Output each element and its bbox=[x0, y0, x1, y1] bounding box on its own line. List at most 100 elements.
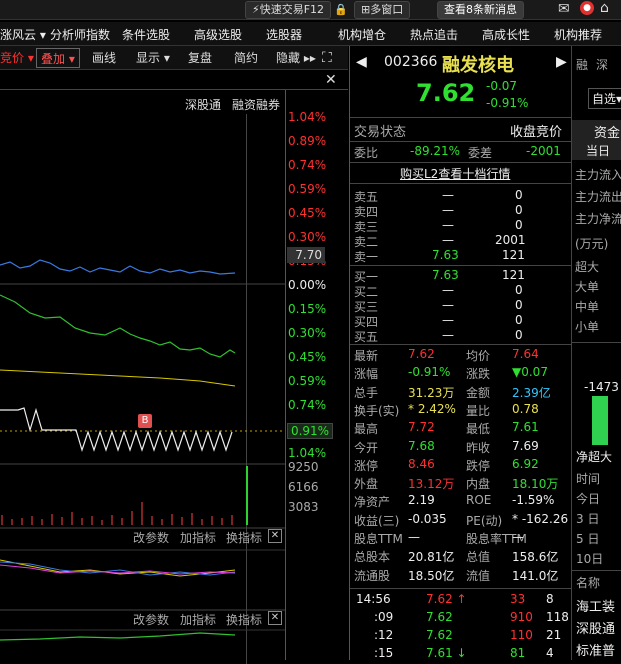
overlay-button[interactable]: 叠加 ▾ bbox=[36, 48, 80, 68]
menu-item-condition-select[interactable]: 条件选股 bbox=[122, 26, 170, 43]
tick-price: 7.62 bbox=[426, 628, 453, 642]
chart-toolbar: 竞价 ▾ 叠加 ▾ 画线 显示 ▾ 复盘 简约 隐藏 ▸▸ ⛶ bbox=[0, 46, 348, 70]
change-params-button[interactable]: 改参数 bbox=[133, 611, 169, 628]
mail-icon[interactable]: ✉ bbox=[558, 1, 570, 17]
ask-label: 卖二 bbox=[354, 235, 379, 249]
tab-funds[interactable]: 资金 bbox=[594, 122, 620, 141]
menu-item-zhangfengyun[interactable]: 涨风云 ▾ bbox=[0, 26, 46, 43]
close-chart-icon[interactable]: ✕ bbox=[325, 72, 337, 88]
name-item[interactable]: 深股通 bbox=[576, 618, 615, 637]
menu-item-analyst-index[interactable]: 分析师指数 bbox=[50, 26, 110, 43]
period-3d[interactable]: 3 日 bbox=[576, 510, 599, 527]
stat-value: 13.12万 bbox=[408, 477, 455, 492]
menu-item-high-growth[interactable]: 高成长性 bbox=[482, 26, 530, 43]
switch-indicator-button[interactable]: 换指标 bbox=[226, 529, 262, 546]
stat-label: 最高 bbox=[354, 422, 379, 437]
prev-stock-icon[interactable]: ◀ bbox=[356, 54, 367, 70]
view-messages-button[interactable]: 查看8条新消息 bbox=[437, 1, 524, 19]
stat-value: 141.0亿 bbox=[512, 568, 559, 583]
axis-label: 0.30% bbox=[288, 230, 327, 244]
self-select-button[interactable]: 自选▾ bbox=[588, 88, 621, 109]
volume-axis-high: 9250 bbox=[288, 460, 319, 474]
name-item[interactable]: 海工装 bbox=[576, 596, 615, 615]
bid-price: — bbox=[442, 313, 454, 327]
switch-indicator-button[interactable]: 换指标 bbox=[226, 611, 262, 628]
stat-value: ▼0.07 bbox=[512, 365, 548, 380]
bid-label: 买二 bbox=[354, 285, 379, 299]
ask-label: 卖一 bbox=[354, 250, 379, 264]
tab-today[interactable]: 当日 bbox=[586, 142, 610, 159]
stat-label: ROE bbox=[466, 493, 492, 508]
bid-label: 买四 bbox=[354, 315, 379, 329]
stat-label: 收益(三) bbox=[354, 513, 400, 528]
stat-value: * 2.42% bbox=[408, 401, 456, 416]
home-icon[interactable]: ⌂ bbox=[600, 0, 609, 16]
bid-vol: 0 bbox=[515, 298, 523, 312]
main-out-label: 主力流出 bbox=[575, 190, 621, 204]
simple-button[interactable]: 简约 bbox=[234, 48, 258, 68]
name-item[interactable]: 标准普 bbox=[576, 640, 615, 659]
bid-row: 买五 bbox=[354, 328, 378, 345]
stats-table: 最新 7.62 均价 7.64 涨幅 -0.91% 涨跌 ▼0.07 总手 31.23万 金额 2.3… bbox=[350, 347, 572, 587]
stat-label: 总值 bbox=[466, 550, 491, 565]
ask-label: 卖四 bbox=[354, 205, 379, 219]
period-10d[interactable]: 10日 bbox=[576, 550, 603, 567]
stat-label: PE(动) bbox=[466, 513, 503, 528]
order-ratio-value: -89.21% bbox=[410, 144, 461, 158]
period-5d[interactable]: 5 日 bbox=[576, 530, 599, 547]
expand-icon[interactable]: ⛶ bbox=[322, 48, 332, 68]
current-price: 7.62 bbox=[416, 79, 476, 107]
replay-button[interactable]: 复盘 bbox=[188, 48, 212, 68]
bid-price: — bbox=[442, 283, 454, 297]
tick-time: 14:56 bbox=[356, 592, 391, 606]
bid-label: 买三 bbox=[354, 300, 379, 314]
draw-line-button[interactable]: 画线 bbox=[92, 48, 116, 68]
hide-button[interactable]: 隐藏 ▸▸ bbox=[276, 48, 316, 68]
size-small: 小单 bbox=[575, 320, 600, 334]
buy-marker-icon[interactable]: B bbox=[138, 414, 152, 428]
buy-l2-link[interactable]: 购买L2查看十档行情 bbox=[400, 165, 510, 182]
side-tab-margin[interactable]: 融 bbox=[576, 56, 588, 73]
menu-item-advanced-select[interactable]: 高级选股 bbox=[194, 26, 242, 43]
side-tab-sz[interactable]: 深 bbox=[596, 56, 608, 73]
menu-item-inst-increase[interactable]: 机构增仓 bbox=[338, 26, 386, 43]
green-line bbox=[0, 294, 236, 358]
next-stock-icon[interactable]: ▶ bbox=[556, 54, 567, 70]
auction-button[interactable]: 竞价 ▾ bbox=[0, 48, 34, 68]
tick-price: 7.62 ↑ bbox=[426, 592, 467, 606]
stat-value: 6.92 bbox=[512, 456, 539, 471]
price-change-pct: -0.91% bbox=[486, 96, 529, 110]
indicator-bar-1: 改参数 加指标 换指标 ✕ bbox=[0, 528, 285, 548]
axis-zero: 0.00% bbox=[288, 278, 327, 292]
notification-badge-icon[interactable]: ● bbox=[580, 1, 594, 15]
unit-label: (万元) bbox=[575, 237, 609, 251]
order-ratio-label: 委比 bbox=[354, 146, 379, 160]
change-params-button[interactable]: 改参数 bbox=[133, 529, 169, 546]
stat-label: 总股本 bbox=[354, 550, 391, 565]
menu-item-inst-recommend[interactable]: 机构推荐 bbox=[554, 26, 602, 43]
close-indicator-icon[interactable]: ✕ bbox=[268, 611, 282, 625]
ask-vol: 2001 bbox=[495, 233, 526, 247]
menu-item-hotspot[interactable]: 热点追击 bbox=[410, 26, 458, 43]
display-button[interactable]: 显示 ▾ bbox=[136, 48, 170, 68]
bid-price: — bbox=[442, 298, 454, 312]
stat-value: 18.50亿 bbox=[408, 568, 455, 583]
hide-label: 隐藏 bbox=[276, 51, 301, 65]
menu-label: 涨风云 bbox=[0, 28, 37, 42]
stat-value: -1.59% bbox=[512, 493, 555, 508]
close-indicator-icon[interactable]: ✕ bbox=[268, 529, 282, 543]
period-today[interactable]: 今日 bbox=[576, 490, 600, 507]
volume-bars bbox=[1, 502, 233, 525]
add-indicator-button[interactable]: 加指标 bbox=[180, 529, 216, 546]
tick-price: 7.62 bbox=[426, 610, 453, 624]
add-indicator-button[interactable]: 加指标 bbox=[180, 611, 216, 628]
ask-vol: 121 bbox=[502, 248, 525, 262]
lightning-icon: ⚡ bbox=[252, 3, 260, 16]
tick-count: 21 bbox=[546, 628, 562, 642]
ask-label: 卖三 bbox=[354, 220, 379, 234]
ask-price: — bbox=[442, 203, 454, 217]
multi-window-button[interactable]: ⊞多窗口 bbox=[354, 1, 411, 19]
quick-trade-button[interactable]: ⚡快速交易F12 bbox=[245, 1, 332, 19]
auction-wave bbox=[0, 407, 233, 452]
menu-item-stock-picker[interactable]: 选股器 bbox=[266, 26, 302, 43]
